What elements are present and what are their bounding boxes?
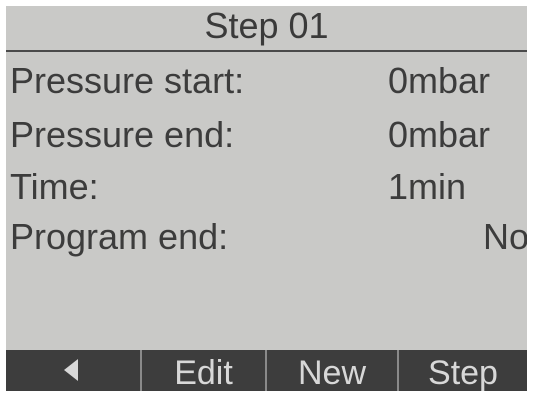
title-divider	[6, 50, 527, 52]
field-value: 1min	[388, 166, 467, 207]
field-value: No	[482, 216, 527, 257]
field-value: 0mbar	[388, 114, 491, 155]
back-button[interactable]	[6, 350, 140, 391]
softkey-bar: Edit New Step	[6, 350, 527, 391]
left-arrow-icon	[64, 359, 78, 381]
field-label: Pressure start:	[10, 60, 245, 101]
field-label: Pressure end:	[10, 114, 235, 155]
step-button[interactable]: Step	[397, 350, 527, 391]
field-label: Time:	[10, 166, 99, 207]
lcd-screen: Step 01 Pressure start: 0mbar Pressure e…	[6, 6, 527, 391]
field-row-pressure-end[interactable]: Pressure end: 0mbar	[6, 110, 527, 160]
field-row-program-end[interactable]: Program end: No	[6, 212, 527, 262]
field-row-time[interactable]: Time: 1min	[6, 162, 527, 212]
page-title: Step 01	[204, 6, 329, 46]
field-row-pressure-start[interactable]: Pressure start: 0mbar	[6, 56, 527, 106]
field-label: Program end:	[10, 216, 229, 257]
edit-button[interactable]: Edit	[140, 350, 265, 391]
field-value: 0mbar	[388, 60, 491, 101]
new-button[interactable]: New	[265, 350, 397, 391]
